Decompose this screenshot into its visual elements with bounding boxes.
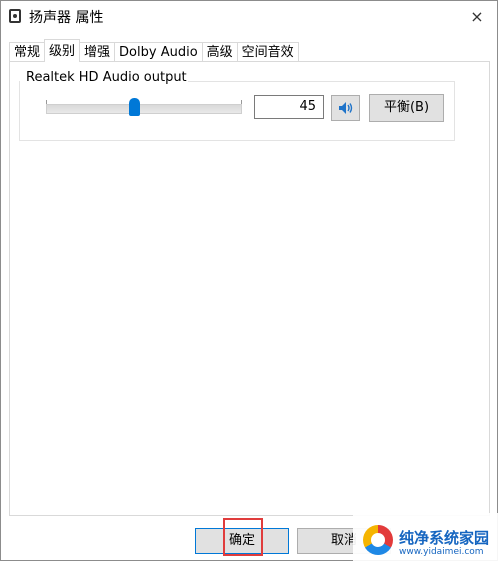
device-name: Realtek HD Audio output — [25, 70, 188, 85]
speaker-icon — [9, 9, 21, 23]
slider-tick-min — [46, 100, 47, 104]
watermark-logo-icon — [363, 525, 393, 555]
ok-button[interactable]: 确定 — [195, 528, 289, 554]
tab-spatial-sound[interactable]: 空间音效 — [236, 42, 299, 62]
tab-general[interactable]: 常规 — [9, 42, 46, 62]
tab-dolby-audio[interactable]: Dolby Audio — [114, 42, 203, 62]
title-bar: 扬声器 属性 × — [1, 1, 497, 32]
watermark: 纯净系统家园 www.yidaimei.com — [353, 513, 500, 564]
watermark-title: 纯净系统家园 — [399, 529, 490, 547]
volume-slider-track[interactable] — [46, 104, 242, 114]
close-icon[interactable]: × — [465, 5, 489, 27]
levels-panel: Realtek HD Audio output 45 平衡(B) — [9, 61, 490, 516]
tab-enhancements[interactable]: 增强 — [79, 42, 116, 62]
device-level-group: Realtek HD Audio output 45 平衡(B) — [19, 70, 455, 141]
slider-tick-max — [241, 100, 242, 104]
volume-slider-thumb[interactable] — [128, 98, 140, 116]
speaker-icon — [338, 102, 352, 114]
volume-value-field[interactable]: 45 — [254, 95, 324, 119]
window-title: 扬声器 属性 — [29, 10, 104, 26]
group-border — [186, 81, 455, 82]
mute-button[interactable] — [331, 95, 360, 121]
balance-button[interactable]: 平衡(B) — [369, 94, 444, 122]
tab-advanced[interactable]: 高级 — [201, 42, 238, 62]
speaker-properties-window: 扬声器 属性 × 常规 级别 增强 Dolby Audio 高级 空间音效 Re… — [0, 0, 500, 564]
tab-levels[interactable]: 级别 — [44, 39, 81, 62]
tab-strip: 常规 级别 增强 Dolby Audio 高级 空间音效 — [9, 39, 299, 62]
watermark-url: www.yidaimei.com — [399, 547, 484, 557]
